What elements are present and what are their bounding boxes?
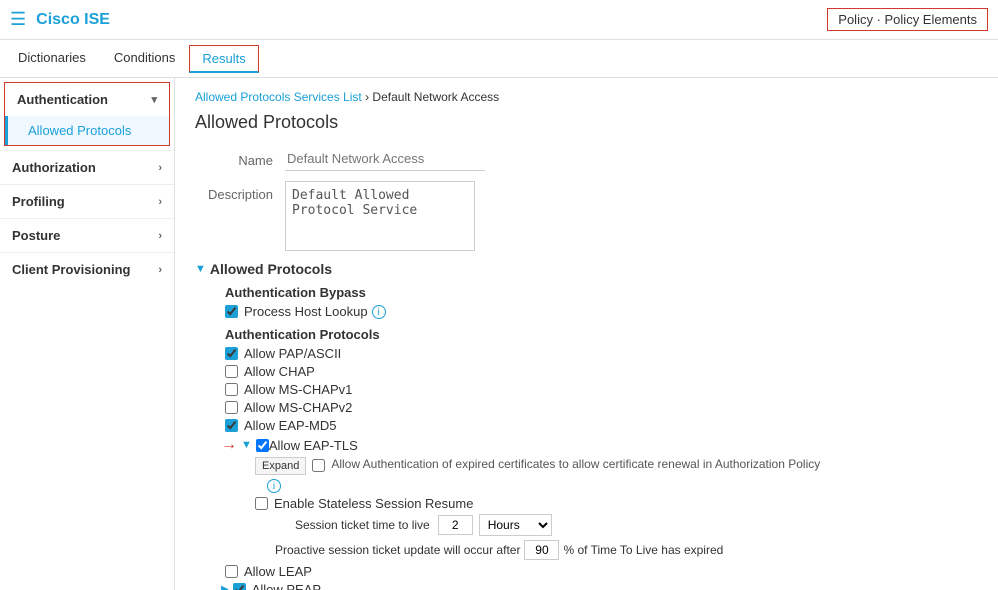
cert-renewal-checkbox[interactable]	[312, 459, 325, 472]
process-host-lookup-item: Process Host Lookup i	[225, 304, 978, 319]
mschapv1-label: Allow MS-CHAPv1	[244, 382, 352, 397]
mschapv2-checkbox[interactable]	[225, 401, 238, 414]
sidebar-item-posture[interactable]: Posture ›	[0, 218, 174, 252]
protocol-mschapv2: Allow MS-CHAPv2	[225, 400, 978, 415]
brand-logo: Cisco ISE	[36, 11, 110, 29]
policy-badge: Policy · Policy Elements	[827, 8, 988, 31]
chevron-right-icon: ›	[158, 162, 162, 174]
sidebar-header-authentication[interactable]: Authentication ▾	[5, 83, 169, 116]
session-ticket-input[interactable]	[438, 515, 473, 535]
auth-bypass-title: Authentication Bypass	[225, 285, 978, 300]
red-arrow-icon: →	[221, 436, 237, 454]
tab-results[interactable]: Results	[189, 45, 258, 73]
session-ticket-row: Session ticket time to live Hours Minute…	[295, 514, 978, 536]
tab-conditions[interactable]: Conditions	[100, 42, 189, 75]
sidebar-label-authentication: Authentication	[17, 92, 108, 107]
eapmd5-label: Allow EAP-MD5	[244, 418, 336, 433]
peap-checkbox[interactable]	[233, 583, 246, 590]
protocol-peap: ▶ Allow PEAP	[221, 582, 978, 590]
proactive-suffix-label: % of Time To Live has expired	[563, 543, 723, 557]
stateless-session-row: Enable Stateless Session Resume	[255, 496, 978, 511]
sidebar-item-profiling[interactable]: Profiling ›	[0, 184, 174, 218]
eap-tls-triangle-icon[interactable]: ▼	[241, 439, 252, 451]
chap-label: Allow CHAP	[244, 364, 315, 379]
info-icon[interactable]: i	[372, 305, 386, 319]
protocol-mschapv1: Allow MS-CHAPv1	[225, 382, 978, 397]
process-host-lookup-label: Process Host Lookup	[244, 304, 368, 319]
peap-triangle-icon[interactable]: ▶	[221, 584, 229, 590]
cert-renewal-row: Expand Allow Authentication of expired c…	[255, 457, 978, 475]
sidebar: Authentication ▾ Allowed Protocols Autho…	[0, 78, 175, 590]
stateless-label: Enable Stateless Session Resume	[274, 496, 473, 511]
page-title: Allowed Protocols	[195, 112, 978, 133]
allowed-protocols-title: Allowed Protocols	[210, 261, 332, 277]
collapse-triangle-icon: ▼	[195, 263, 206, 275]
eap-tls-label: Allow EAP-TLS	[269, 438, 358, 453]
chevron-down-icon: ▾	[151, 93, 157, 106]
pap-checkbox[interactable]	[225, 347, 238, 360]
breadcrumb: Allowed Protocols Services List › Defaul…	[195, 90, 978, 104]
process-host-lookup-checkbox[interactable]	[225, 305, 238, 318]
description-textarea[interactable]: Default Allowed Protocol Service	[285, 181, 475, 251]
hamburger-icon[interactable]: ☰	[10, 9, 26, 30]
sidebar-label-profiling: Profiling	[12, 194, 65, 209]
main-layout: Authentication ▾ Allowed Protocols Autho…	[0, 78, 998, 590]
sidebar-section-authentication: Authentication ▾ Allowed Protocols	[4, 82, 170, 146]
sidebar-item-client-provisioning[interactable]: Client Provisioning ›	[0, 252, 174, 286]
leap-checkbox[interactable]	[225, 565, 238, 578]
proactive-input[interactable]	[524, 540, 559, 560]
session-ticket-label: Session ticket time to live	[295, 518, 430, 532]
peap-label: Allow PEAP	[252, 582, 321, 590]
top-bar: ☰ Cisco ISE Policy · Policy Elements	[0, 0, 998, 40]
name-input[interactable]	[285, 147, 485, 171]
sidebar-item-authorization[interactable]: Authorization ›	[0, 150, 174, 184]
breadcrumb-link[interactable]: Allowed Protocols Services List	[195, 90, 362, 104]
mschapv2-label: Allow MS-CHAPv2	[244, 400, 352, 415]
tab-bar: Dictionaries Conditions Results	[0, 40, 998, 78]
protocol-chap: Allow CHAP	[225, 364, 978, 379]
pap-label: Allow PAP/ASCII	[244, 346, 341, 361]
sidebar-label-posture: Posture	[12, 228, 60, 243]
name-label: Name	[195, 147, 285, 168]
proactive-row: Proactive session ticket update will occ…	[275, 540, 978, 560]
hours-select[interactable]: Hours Minutes Days	[479, 514, 552, 536]
allowed-protocols-header[interactable]: ▼ Allowed Protocols	[195, 261, 978, 277]
eap-tls-checkbox[interactable]	[256, 439, 269, 452]
chevron-right-icon: ›	[158, 230, 162, 242]
protocol-pap: Allow PAP/ASCII	[225, 346, 978, 361]
chap-checkbox[interactable]	[225, 365, 238, 378]
mschapv1-checkbox[interactable]	[225, 383, 238, 396]
cert-renewal-label: Allow Authentication of expired certific…	[331, 457, 820, 471]
expand-button[interactable]: Expand	[255, 457, 306, 475]
auth-protocols-title: Authentication Protocols	[225, 327, 978, 342]
breadcrumb-current: Default Network Access	[372, 90, 499, 104]
leap-label: Allow LEAP	[244, 564, 312, 579]
sidebar-label-client-provisioning: Client Provisioning	[12, 262, 130, 277]
sidebar-label-authorization: Authorization	[12, 160, 96, 175]
cert-info-icon[interactable]: i	[267, 479, 281, 493]
content-area: Allowed Protocols Services List › Defaul…	[175, 78, 998, 590]
description-label: Description	[195, 181, 285, 202]
stateless-checkbox[interactable]	[255, 497, 268, 510]
chevron-right-icon: ›	[158, 264, 162, 276]
proactive-prefix-label: Proactive session ticket update will occ…	[275, 543, 520, 557]
eapmd5-checkbox[interactable]	[225, 419, 238, 432]
description-row: Description Default Allowed Protocol Ser…	[195, 181, 978, 251]
tab-dictionaries[interactable]: Dictionaries	[4, 42, 100, 75]
protocol-leap: Allow LEAP	[225, 564, 978, 579]
chevron-right-icon: ›	[158, 196, 162, 208]
sidebar-item-allowed-protocols[interactable]: Allowed Protocols	[5, 116, 169, 145]
protocol-eapmd5: Allow EAP-MD5	[225, 418, 978, 433]
name-row: Name	[195, 147, 978, 171]
eap-tls-row: → ▼ Allow EAP-TLS	[221, 436, 978, 454]
